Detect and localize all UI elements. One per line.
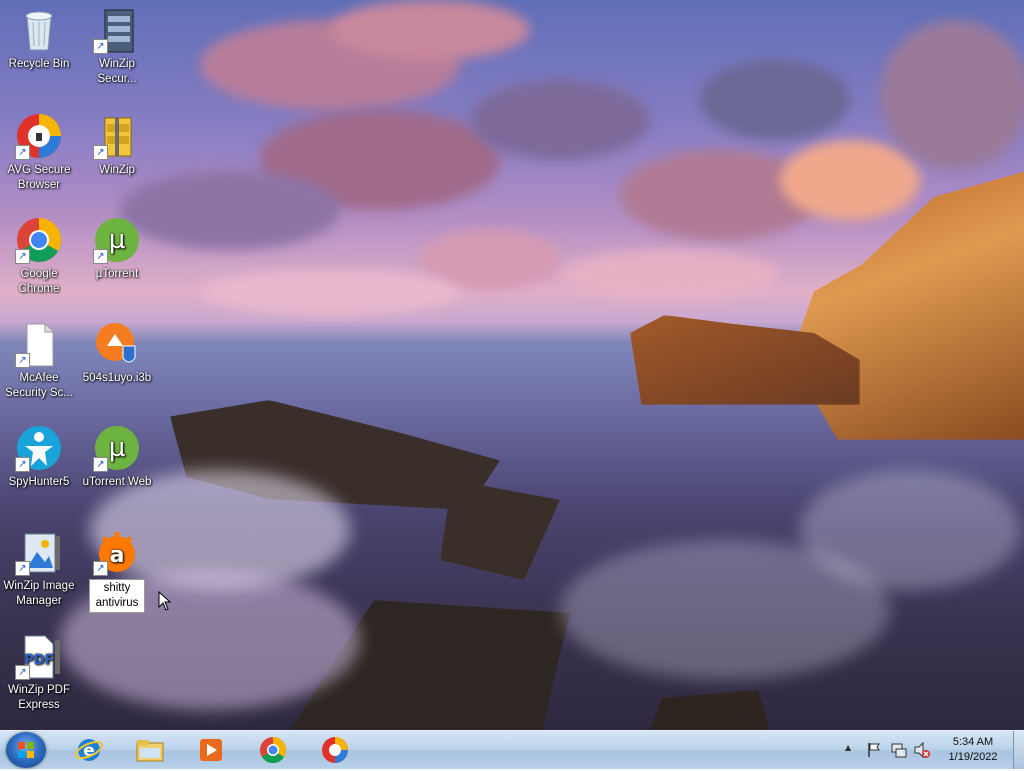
desktop-icon-label: 504s1uyo.i3b [82, 372, 152, 384]
shortcut-arrow-icon: ↗ [15, 353, 30, 368]
desktop-icon-label: AVG Secure Browser [7, 164, 71, 191]
desktop-icon-utorrent-web[interactable]: µ ↗ uTorrent Web [80, 424, 154, 490]
desktop-icon-label: McAfee Security Sc... [5, 372, 73, 399]
desktop-icon-label: Recycle Bin [8, 58, 70, 70]
utorrent-icon: µ ↗ [93, 216, 141, 264]
shortcut-arrow-icon: ↗ [15, 457, 30, 472]
desktop-icon-mcafee[interactable]: ↗ McAfee Security Sc... [2, 320, 76, 401]
show-hidden-icons-button[interactable]: ▲ [845, 743, 851, 752]
network-icon[interactable] [890, 741, 908, 762]
action-center-flag-icon[interactable] [866, 741, 882, 762]
chrome-icon [260, 736, 287, 764]
volume-muted-icon[interactable] [913, 741, 931, 762]
media-player-icon [200, 739, 222, 761]
recycle-bin-icon [15, 6, 63, 54]
mouse-cursor-icon [158, 590, 172, 614]
svg-text:a: a [110, 543, 125, 568]
desktop-icon-label: WinZip Secur... [97, 58, 137, 85]
internet-explorer-icon: e [75, 739, 103, 761]
taskbar: e ▲ 5:34 AM 1/19/2022 [0, 730, 1024, 769]
windows-logo-icon [18, 742, 34, 758]
chrome-icon: ↗ [15, 216, 63, 264]
desktop-icon-504s1uyo[interactable]: 504s1uyo.i3b [80, 320, 154, 386]
shortcut-arrow-icon: ↗ [93, 457, 108, 472]
desktop-icon-spyhunter5[interactable]: ↗ SpyHunter5 [2, 424, 76, 490]
winzip-icon: ↗ [93, 112, 141, 160]
avast-icon: a ↗ [93, 528, 141, 576]
start-button[interactable] [6, 732, 46, 768]
desktop-icon-label: WinZip Image Manager [3, 580, 75, 607]
show-desktop-button[interactable] [1013, 731, 1024, 769]
desktop-icon-winzip-pdf-express[interactable]: PDF ↗ WinZip PDF Express [2, 632, 76, 713]
desktop-icon-label: µTorrent [95, 268, 139, 280]
shortcut-arrow-icon: ↗ [93, 249, 108, 264]
taskbar-media-player[interactable] [184, 732, 238, 768]
desktop-icon-label: Google Chrome [18, 268, 60, 295]
file-explorer-icon [136, 740, 164, 762]
shortcut-arrow-icon: ↗ [15, 249, 30, 264]
desktop-icon-label: SpyHunter5 [8, 476, 70, 488]
desktop-icon-label: WinZip PDF Express [8, 684, 70, 711]
avg-browser-icon: ↗ [15, 112, 63, 160]
taskbar-avg-browser[interactable] [308, 732, 362, 768]
desktop-icon-label: WinZip [99, 164, 135, 176]
shortcut-arrow-icon: ↗ [93, 145, 108, 160]
shortcut-arrow-icon: ↗ [93, 561, 108, 576]
taskbar-internet-explorer[interactable]: e [62, 732, 116, 768]
clock-date: 1/19/2022 [948, 751, 998, 763]
shortcut-arrow-icon: ↗ [15, 665, 30, 680]
shortcut-arrow-icon: ↗ [93, 39, 108, 54]
utorrent-web-icon: µ ↗ [93, 424, 141, 472]
spyhunter-icon: ↗ [15, 424, 63, 472]
desktop-icon-winzip-image-manager[interactable]: ↗ WinZip Image Manager [2, 528, 76, 609]
desktop-icon-winzip[interactable]: ↗ WinZip [80, 112, 154, 178]
shortcut-arrow-icon: ↗ [15, 145, 30, 160]
blank-document-icon: ↗ [15, 320, 63, 368]
desktop-icon-label-selected[interactable]: shitty antivirus [89, 579, 145, 613]
avg-browser-icon [322, 737, 348, 763]
desktop-icon-avg-secure-browser[interactable]: ↗ AVG Secure Browser [2, 112, 76, 193]
svg-text:µ: µ [109, 433, 126, 463]
desktop-icon-shitty-antivirus[interactable]: a ↗ shitty antivirus [80, 528, 154, 613]
desktop-icon-winzip-secure[interactable]: ↗ WinZip Secur... [80, 6, 154, 87]
desktop-icon-utorrent[interactable]: µ ↗ µTorrent [80, 216, 154, 282]
taskbar-chrome[interactable] [246, 732, 300, 768]
winzip-secure-icon: ↗ [93, 6, 141, 54]
taskbar-file-explorer[interactable] [123, 732, 177, 768]
winzip-image-icon: ↗ [15, 528, 63, 576]
taskbar-clock[interactable]: 5:34 AM 1/19/2022 [935, 735, 1011, 765]
desktop-icon-label: uTorrent Web [82, 476, 152, 488]
installer-shield-icon [93, 320, 141, 368]
desktop-icon-recycle-bin[interactable]: Recycle Bin [2, 6, 76, 72]
clock-time: 5:34 AM [952, 736, 994, 748]
svg-text:µ: µ [109, 225, 126, 255]
shortcut-arrow-icon: ↗ [15, 561, 30, 576]
pdf-icon: PDF ↗ [15, 632, 63, 680]
desktop-icon-google-chrome[interactable]: ↗ Google Chrome [2, 216, 76, 297]
